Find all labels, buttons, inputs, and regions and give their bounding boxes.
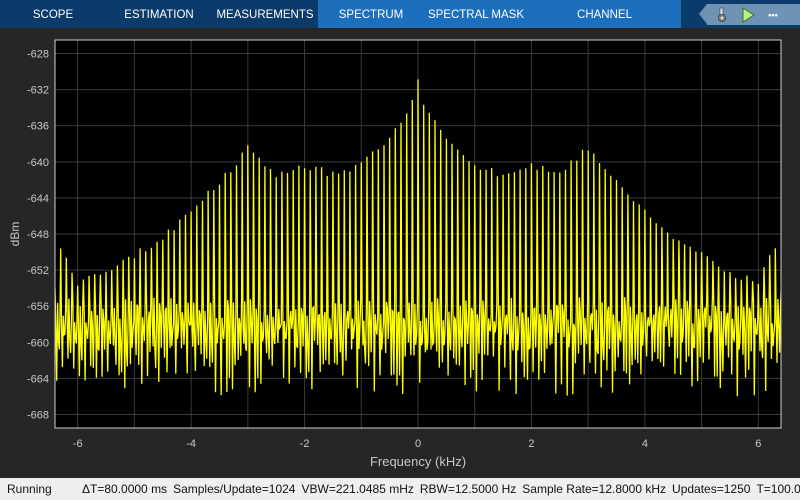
y-tick-label: -656 [27,301,49,313]
status-item: VBW=221.0485 mHz [301,482,414,496]
status-measurements: ΔT=80.0000 ms Samples/Update=1024 VBW=221.… [82,478,800,500]
y-tick-label: -652 [27,265,49,277]
more-icon[interactable]: ••• [765,7,781,23]
y-tick-label: -640 [27,157,49,169]
status-item: Sample Rate=12.8000 kHz [522,482,667,496]
spectrum-plot: -6 -4 -2 0 2 4 6 -628 -632 -636 -640 -644 -648 -652 -6… [0,28,800,478]
toolbar-arrow [699,4,707,24]
tab-scope[interactable]: SCOPE [0,0,106,28]
y-tick-label: -632 [27,85,49,97]
y-tick-label: -628 [27,49,49,61]
x-tick-label: 0 [415,438,421,450]
status-item: T=100.0 [756,482,800,496]
status-state: Running [7,482,52,496]
x-tick-label: -6 [73,438,83,450]
x-tick-label: 6 [755,438,761,450]
tab-measurements[interactable]: MEASUREMENTS [212,0,318,28]
spectrum-chart: -6 -4 -2 0 2 4 6 -628 -632 -636 -640 -644 -648 -652 -6… [8,39,782,469]
status-item: Updates=1250 [672,482,751,496]
toolstrip: ••• [707,4,800,25]
x-tick-label: 4 [642,438,648,450]
x-tick-label: -2 [300,438,310,450]
x-axis-label: Frequency (kHz) [370,454,466,469]
status-item: ΔT=80.0000 ms [82,482,168,496]
status-bar: Running ΔT=80.0000 ms Samples/Update=1024… [0,478,800,500]
settings-icon[interactable] [714,7,730,23]
x-tick-label: 2 [528,438,534,450]
run-icon[interactable] [740,7,756,23]
tab-spectrum[interactable]: SPECTRUM [318,0,424,28]
tab-bar: SCOPE ESTIMATION MEASUREMENTS SPECTRUM S… [0,0,800,51]
y-axis-label: dBm [8,222,22,247]
y-tick-label: -668 [27,409,49,421]
y-tick-label: -664 [27,373,49,385]
tab-spectral-mask[interactable]: SPECTRAL MASK [424,0,528,28]
tab-estimation[interactable]: ESTIMATION [106,0,212,28]
x-tick-label: -4 [186,438,196,450]
y-tick-label: -636 [27,121,49,133]
status-item: Samples/Update=1024 [173,482,296,496]
y-tick-label: -648 [27,229,49,241]
status-item: RBW=12.5000 Hz [419,482,517,496]
y-tick-label: -660 [27,337,49,349]
tab-channel-measurements[interactable]: CHANNEL MEASUREMENTS [528,0,681,51]
y-tick-label: -644 [27,193,49,205]
